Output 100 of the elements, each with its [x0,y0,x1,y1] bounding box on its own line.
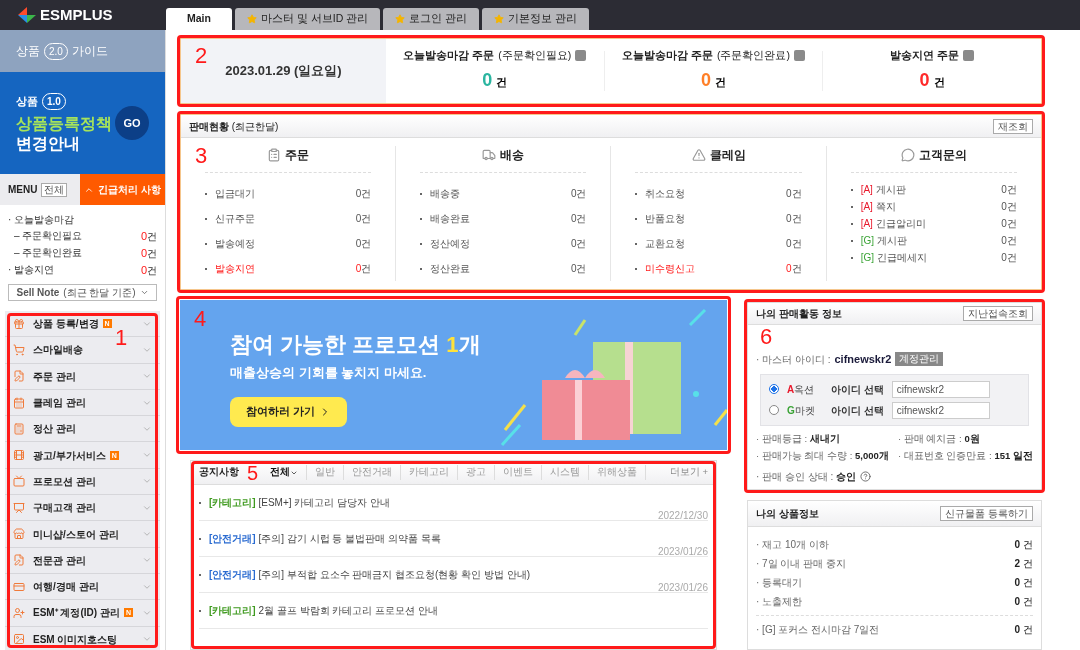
column-title: 고객문의 [918,147,967,164]
notice-title-link[interactable]: [카테고리] [ESM+] 카테고리 담당자 안내 [209,495,390,510]
sell-note-button[interactable]: Sell Note (최근 한달 기준) [8,284,157,301]
urgent-item-label[interactable]: · 발송지연 [8,263,55,278]
urgent-item-label[interactable]: – 주문확인완료 [8,246,83,261]
status-count: 0건 [355,262,372,276]
tab[interactable]: 마스터 및 서브ID 관리 [235,8,381,30]
urgent-item-label[interactable]: – 주문확인필요 [8,229,83,244]
radio-button[interactable] [769,405,779,415]
refresh-button[interactable]: 재조회 [992,118,1033,134]
join-button[interactable]: 참여하러 가기 [230,396,348,427]
product-stat-label[interactable]: · 7일 이내 판매 중지 [756,554,846,573]
status-label[interactable]: 발송지연 [215,256,356,281]
urgent-item-label[interactable]: · 오늘발송마감 [8,213,75,227]
notice-filter-tab[interactable]: 전체 [270,465,308,480]
bullet-icon [635,267,638,270]
notice-title-link[interactable]: [안전거래] [주의] 감기 시럽 등 불법판매 의약품 목록 [209,531,441,546]
logo-text: ESMPLUS [40,4,113,25]
status-label[interactable]: [A] 게시판 [860,181,1002,198]
menu-item[interactable]: 정산 관리 [5,416,160,443]
policy-subtitle: 변경안내 [16,133,81,154]
gift-icon [13,317,25,330]
panel-title: 나의 상품정보 [756,507,819,521]
status-label[interactable]: 미수령신고 [645,256,787,281]
tab[interactable]: Main [166,8,232,30]
market-name: A옥션 [787,382,816,397]
status-count: 0건 [355,212,372,226]
approval-status: · 판매 승인 상태 : 승인 [756,470,856,484]
annotation-number: 3 [195,145,208,167]
status-count: 0건 [570,187,587,201]
status-label[interactable]: [G] 게시판 [860,232,1002,249]
id-input[interactable]: cifnewskr2 [891,401,990,419]
status-label[interactable]: 정산예정 [430,231,571,256]
notice-title-link[interactable]: [안전거래] [주의] 부적합 요소수 판매금지 협조요청(현황 확인 방법 안내) [209,567,531,582]
status-count: 0건 [786,237,802,251]
menu-item[interactable]: 프로모션 관리 [5,468,160,496]
status-label[interactable]: 취소요청 [645,181,787,206]
product-stat-label[interactable]: · 노출제한 [756,592,803,611]
menu-item[interactable]: 주문 관리 [5,363,160,390]
all-button[interactable]: 전체 [41,182,68,197]
notice-title-link[interactable]: [카테고리] 2월 골프 박람회 카테고리 프로모션 안내 [209,603,438,618]
status-label[interactable]: [A] 긴급알리미 [860,215,1002,232]
product-stat-label[interactable]: · 재고 10개 이하 [756,535,829,554]
status-label[interactable]: 교환요청 [645,231,787,256]
banner-title: 참여 가능한 프로모션 1개 [230,331,481,359]
master-id: cifnewskr2 [834,352,892,367]
menu-item[interactable]: 구매고객 관리 [5,495,160,522]
menu-item[interactable]: 여행/경매 관리 [5,573,160,601]
user-plus-icon [13,606,25,619]
status-label[interactable]: 반품요청 [645,206,787,231]
status-label[interactable]: 정산완료 [430,256,571,281]
section-title: 판매현황 (최근한달) [189,119,279,134]
more-link[interactable]: 더보기 + [669,465,708,480]
product-stat-count: 0 건 [1014,595,1033,609]
status-label[interactable]: 발송예정 [215,231,356,256]
menu-item[interactable]: ESM 이미지호스팅 [5,626,160,650]
menu-item[interactable]: 클레임 관리 [5,389,160,417]
id-input[interactable]: cifnewskr2 [891,380,990,398]
product-stat-label[interactable]: · 등록대기 [756,573,803,592]
status-count: 0건 [570,237,587,251]
star-icon [494,14,505,24]
summary-note: (주문확인완료) [716,47,790,63]
id-select-label: 아이디 선택 [831,403,884,418]
product-stat-label[interactable]: · [G] 포커스 전시마감 7일전 [756,620,880,639]
bullet-icon [420,267,423,270]
tab[interactable]: 기본정보 관리 [482,8,590,30]
store-icon [13,528,25,540]
status-label[interactable]: [A] 쪽지 [860,198,1002,215]
menu-item[interactable]: 전문관 관리 [5,547,160,574]
menu-tab[interactable]: MENU 전체 [0,174,80,205]
id-select-label: 아이디 선택 [831,382,884,397]
status-label[interactable]: 배송중 [430,181,571,206]
status-label[interactable]: 배송완료 [430,206,571,231]
register-button[interactable]: 신규물품 등록하기 [940,506,1033,521]
status-label[interactable]: 신규주문 [215,206,356,231]
status-count: 0건 [570,262,587,276]
go-button[interactable]: GO [115,106,149,140]
master-id-label: · 마스터 아이디 : [756,352,831,367]
urgent-count: 0건 [140,229,157,244]
bullet-icon [420,242,423,245]
column-title: 주문 [285,147,310,164]
banner-subtitle: 매출상승의 기회를 놓치지 마세요. [230,364,427,382]
stat-item: · 판매등급 : 새내기 [756,431,841,446]
notice-date: 2023/01/26 [657,581,708,595]
note-icon [13,370,25,383]
account-manage-button[interactable]: 계정관리 [895,352,944,367]
menu-item[interactable]: 미니샵/스토어 관리 [5,521,160,548]
status-label[interactable]: [G] 긴급메세지 [860,249,1002,266]
policy-banner[interactable]: 상품 1.0 상품등록정책 변경안내 GO [0,72,165,174]
history-button[interactable]: 지난접속조회 [962,306,1033,321]
annotation-number: 4 [194,308,207,330]
notice-date: 2022/12/30 [657,509,708,523]
summary-label: 발송지연 주문 [890,47,959,63]
status-count: 0건 [786,187,802,201]
summary-note: (주문확인필요) [498,47,572,63]
status-label[interactable]: 입금대기 [215,181,356,206]
radio-button[interactable] [769,384,779,394]
star-icon [395,14,406,24]
today-date: 2023.01.29 (일요일) [225,62,342,81]
tab[interactable]: 로그인 관리 [383,8,480,30]
